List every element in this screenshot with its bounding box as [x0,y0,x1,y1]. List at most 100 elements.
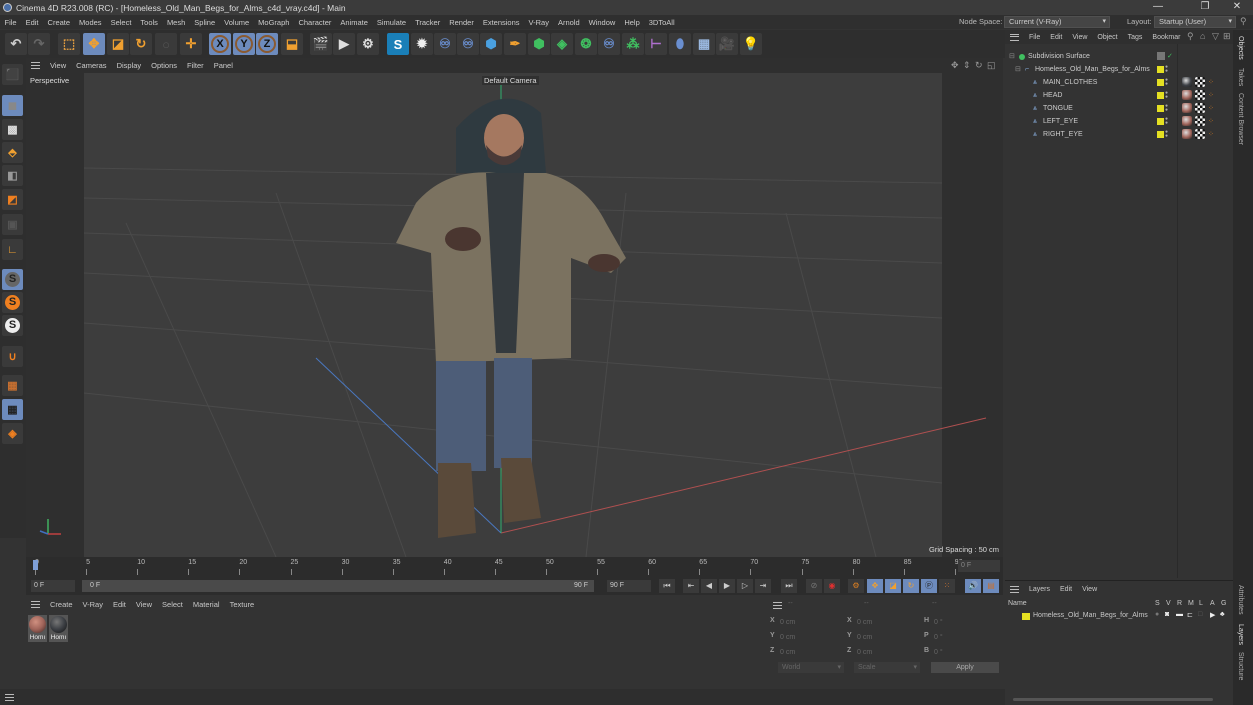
model-mode-button[interactable]: ◼ [2,95,23,116]
point-mode-button[interactable]: ⬘ [2,142,23,163]
layer-color-swatch[interactable] [1157,131,1164,138]
rotate-tool-button[interactable]: ↻ [130,33,152,55]
search-icon[interactable]: ⚲ [1187,31,1194,42]
uvw-tag-icon[interactable] [1195,77,1205,87]
layer-menu-view[interactable]: View [1077,586,1102,593]
column-render[interactable]: R [1177,600,1182,607]
visibility-dots-icon[interactable]: ● ● [1165,104,1168,113]
hamburger-icon[interactable] [31,62,40,69]
layer-color-swatch[interactable] [1157,118,1164,125]
menu-modes[interactable]: Modes [75,18,107,27]
menu-vray[interactable]: V-Ray [524,18,553,27]
menu-extensions[interactable]: Extensions [478,18,524,27]
snap-button[interactable]: ∪ [2,346,23,367]
maximize-view-icon[interactable]: ◱ [987,60,996,71]
uvw-tag-icon[interactable] [1195,103,1205,113]
render-view-button[interactable]: 🎬 [310,33,332,55]
zoom-view-icon[interactable]: ⇕ [963,60,971,71]
object-row-subdivision-surface[interactable]: ⊟ Subdivision Surface ✓ [1005,50,1233,63]
sound-button[interactable]: 🔊 [965,579,981,593]
uvw-tag-icon[interactable] [1195,129,1205,139]
material-menu-vray[interactable]: V-Ray [78,600,108,609]
tab-content-browser[interactable]: Content Browser [1237,93,1244,145]
scale-tool-button[interactable]: ◪ [107,33,129,55]
material-tag-icon[interactable] [1182,90,1192,100]
next-frame-button[interactable]: ▷ [737,579,753,593]
object-row-head[interactable]: ⩓ HEAD ● ● ⁘ [1005,89,1233,102]
render-to-picture-viewer-button[interactable]: ▶ [333,33,355,55]
field-button[interactable]: ⬮ [669,33,691,55]
search-icon[interactable]: ⚲ [1240,16,1247,27]
solo-button[interactable]: S [2,269,23,290]
selection-tag-icon[interactable]: ⁘ [1208,128,1214,141]
autokey-button[interactable]: ◉ [824,579,840,593]
object-menu-object[interactable]: Object [1092,34,1122,41]
minimize-button[interactable]: — [1143,0,1173,15]
material-swatch[interactable]: Homı [28,615,47,642]
home-icon[interactable]: ⌂ [1200,31,1205,41]
tree-expander-icon[interactable]: ⊟ [1015,63,1021,76]
record-keys-button[interactable]: ⊘ [806,579,822,593]
object-menu-edit[interactable]: Edit [1045,34,1067,41]
lock-workplane-button[interactable]: ▦ [2,399,23,420]
material-menu-texture[interactable]: Texture [225,600,260,609]
vray-light-button[interactable]: ✹ [411,33,433,55]
current-frame-field[interactable]: 0 F [31,580,75,592]
camera-button[interactable]: 🎥 [716,33,738,55]
frame-range-slider[interactable]: 0 F 90 F [82,580,594,592]
rotation-p-field[interactable]: 0 ° [934,632,996,643]
menu-animate[interactable]: Animate [336,18,373,27]
restore-button[interactable]: ❐ [1190,0,1220,15]
python-generator-button[interactable]: ♾ [598,33,620,55]
hamburger-icon[interactable] [1010,586,1019,593]
selection-tag-icon[interactable]: ⁘ [1208,115,1214,128]
material-tag-icon[interactable] [1182,129,1192,139]
key-parameter-button[interactable]: Ⓟ [921,579,937,593]
menu-3dtoall[interactable]: 3DToAll [644,18,679,27]
close-button[interactable]: ✕ [1222,0,1252,15]
edge-mode-button[interactable]: ◧ [2,165,23,186]
cloner-button[interactable]: ❂ [575,33,597,55]
layer-color-swatch[interactable] [1157,79,1164,86]
undo-button[interactable]: ↶ [5,33,27,55]
key-pla-button[interactable]: ⁙ [939,579,955,593]
layer-menu-layers[interactable]: Layers [1024,586,1055,593]
new-window-icon[interactable]: ⊞ [1223,31,1231,42]
layer-toggle-icon[interactable] [1157,52,1165,60]
object-row-homeless-old-man[interactable]: ⊟ ⌐ Homeless_Old_Man_Begs_for_Alms ● ● [1005,63,1233,76]
animation-play-icon[interactable]: ▶ [1210,611,1215,619]
viewport-menu-display[interactable]: Display [112,61,147,70]
menu-create[interactable]: Create [43,18,75,27]
rotation-h-field[interactable]: 0 ° [934,617,996,628]
material-tag-icon[interactable] [1182,77,1192,87]
lock-z-axis-button[interactable]: Z [256,33,278,55]
python-script-button-2[interactable]: ♾ [457,33,479,55]
menu-file[interactable]: File [0,18,21,27]
menu-spline[interactable]: Spline [190,18,220,27]
visibility-dots-icon[interactable]: ● ● [1165,130,1168,139]
menu-tools[interactable]: Tools [136,18,163,27]
visibility-dots-icon[interactable]: ● ● [1165,117,1168,126]
python-script-button-1[interactable]: ♾ [434,33,456,55]
object-menu-bookmarks[interactable]: Bookmar [1147,34,1185,41]
column-generators[interactable]: G [1221,600,1226,607]
selection-tag-icon[interactable]: ⁘ [1208,76,1214,89]
menu-mograph[interactable]: MoGraph [254,18,294,27]
layer-color-swatch[interactable] [1157,92,1164,99]
hamburger-icon[interactable] [773,602,782,609]
uvw-tag-icon[interactable] [1195,116,1205,126]
menu-edit[interactable]: Edit [21,18,43,27]
lock-x-axis-button[interactable]: X [209,33,231,55]
object-row-tongue[interactable]: ⩓ TONGUE ● ● ⁘ [1005,102,1233,115]
viewport-menu-cameras[interactable]: Cameras [71,61,111,70]
menu-character[interactable]: Character [294,18,336,27]
solo-hierarchy-button[interactable]: S [2,292,23,313]
render-settings-button[interactable]: ⚙ [357,33,379,55]
column-visible[interactable]: V [1166,600,1171,607]
go-to-end-button[interactable]: ⏭ [781,579,797,593]
polygon-mode-button[interactable]: ◩ [2,189,23,210]
solo-off-button[interactable]: S [2,315,23,336]
tab-objects[interactable]: Objects [1237,36,1244,60]
visibility-dots-icon[interactable]: ● ● [1165,91,1168,100]
column-manager[interactable]: M [1188,600,1194,607]
